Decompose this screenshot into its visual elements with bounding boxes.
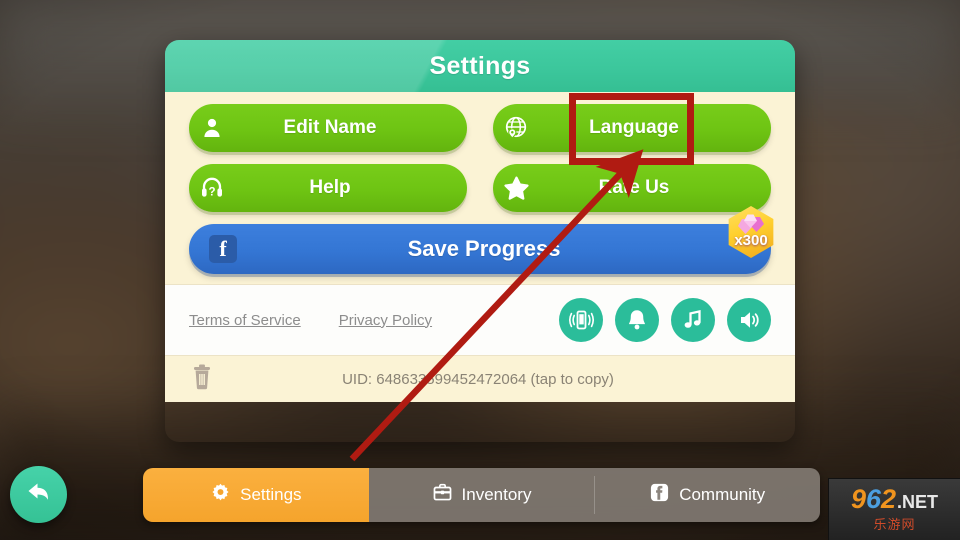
watermark-tld: .NET — [897, 492, 939, 512]
edit-name-label: Edit Name — [283, 117, 377, 138]
help-label: Help — [309, 177, 351, 198]
watermark-logo-text: 9 6 2 .NET — [851, 486, 938, 513]
sound-toggle[interactable] — [727, 298, 771, 342]
save-progress-button[interactable]: f Save Progress — [189, 224, 771, 274]
privacy-policy-link[interactable]: Privacy Policy — [339, 312, 432, 329]
help-button[interactable]: ? Help — [189, 164, 467, 212]
facebook-icon — [649, 482, 670, 508]
rate-us-button[interactable]: Rate Us — [493, 164, 771, 212]
terms-of-service-link[interactable]: Terms of Service — [189, 312, 301, 329]
headset-help-icon: ? — [189, 164, 235, 212]
button-row-2: ? Help Rate Us — [189, 164, 771, 212]
gem-count-label: x300 — [734, 232, 768, 249]
tab-community-label: Community — [679, 485, 766, 504]
gear-icon — [210, 482, 231, 508]
tab-inventory[interactable]: Inventory — [368, 468, 595, 522]
settings-dialog: Settings Edit Name Language ? Help Rate … — [165, 40, 795, 442]
tab-community[interactable]: Community — [594, 468, 820, 522]
star-icon — [493, 164, 539, 212]
site-watermark: 9 6 2 .NET 乐游网 — [828, 478, 960, 540]
watermark-digit-9: 9 — [850, 484, 866, 514]
dialog-button-area: Edit Name Language ? Help Rate Us f Save… — [165, 92, 795, 284]
button-row-1: Edit Name Language — [189, 104, 771, 152]
facebook-icon: f — [209, 235, 237, 263]
tab-inventory-label: Inventory — [461, 485, 532, 504]
notification-toggle[interactable] — [615, 298, 659, 342]
edit-name-button[interactable]: Edit Name — [189, 104, 467, 152]
bottom-tab-bar: Settings Inventory Community — [143, 468, 820, 522]
vibration-toggle[interactable] — [559, 298, 603, 342]
svg-text:?: ? — [208, 186, 215, 198]
uid-band: UID: 648633599452472064 (tap to copy) — [165, 356, 795, 402]
tab-settings-label: Settings — [240, 485, 302, 504]
trash-icon[interactable] — [189, 363, 215, 396]
user-icon — [189, 104, 235, 152]
save-progress-label: Save Progress — [407, 236, 561, 261]
dialog-links-band: Terms of Service Privacy Policy — [165, 284, 795, 356]
briefcase-icon — [432, 482, 453, 508]
rate-us-label: Rate Us — [598, 177, 670, 198]
language-label: Language — [589, 117, 679, 138]
page-title: Settings — [429, 51, 531, 80]
watermark-subtitle: 乐游网 — [873, 517, 916, 532]
gem-reward-badge: x300 — [725, 206, 777, 258]
back-arrow-icon — [23, 476, 55, 513]
music-toggle[interactable] — [671, 298, 715, 342]
uid-text[interactable]: UID: 648633599452472064 (tap to copy) — [215, 371, 771, 388]
language-button[interactable]: Language — [493, 104, 771, 152]
save-progress-row: f Save Progress x300 — [189, 206, 774, 274]
watermark-digit-6: 6 — [865, 484, 881, 514]
tab-bar-inner: Settings Inventory Community — [143, 468, 820, 522]
watermark-digit-2: 2 — [881, 484, 897, 514]
back-button[interactable] — [10, 466, 67, 523]
tab-settings[interactable]: Settings — [143, 468, 369, 522]
globe-icon — [493, 104, 539, 152]
dialog-header: Settings — [165, 40, 795, 92]
toggle-icon-group — [559, 298, 771, 342]
